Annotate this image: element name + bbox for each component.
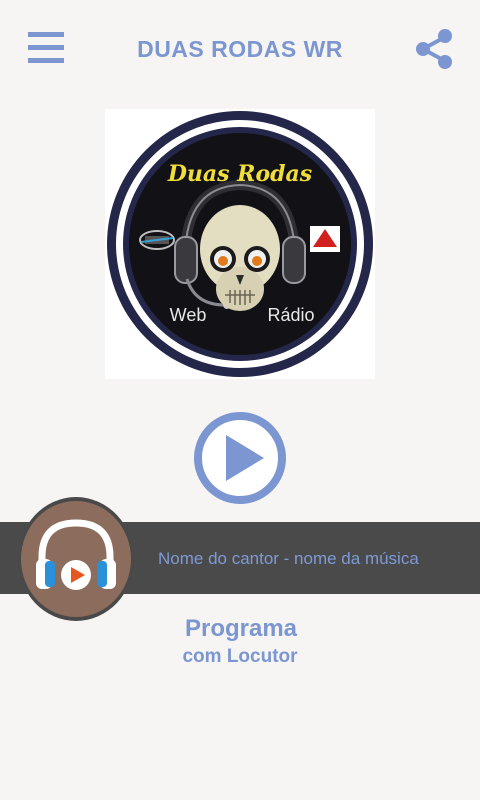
program-info: Programa com Locutor [0,614,480,670]
play-button[interactable] [192,410,288,506]
program-title: Programa [184,615,298,642]
logo-radio-text: Rádio [267,305,314,325]
share-icon[interactable] [414,28,454,70]
station-logo: Duas Rodas Web Rádio [105,109,375,379]
program-host: com Locutor [182,646,298,667]
logo-web-text: Web [170,305,207,325]
headphones-badge [18,497,134,621]
now-playing-text: Nome do cantor - nome da música [158,549,419,568]
top-app-bar: DUAS RODAS WR [0,0,480,100]
station-logo-image: Duas Rodas Web Rádio [107,111,373,377]
logo-title-text: Duas Rodas [167,161,312,187]
app-title: DUAS RODAS WR [137,36,343,62]
